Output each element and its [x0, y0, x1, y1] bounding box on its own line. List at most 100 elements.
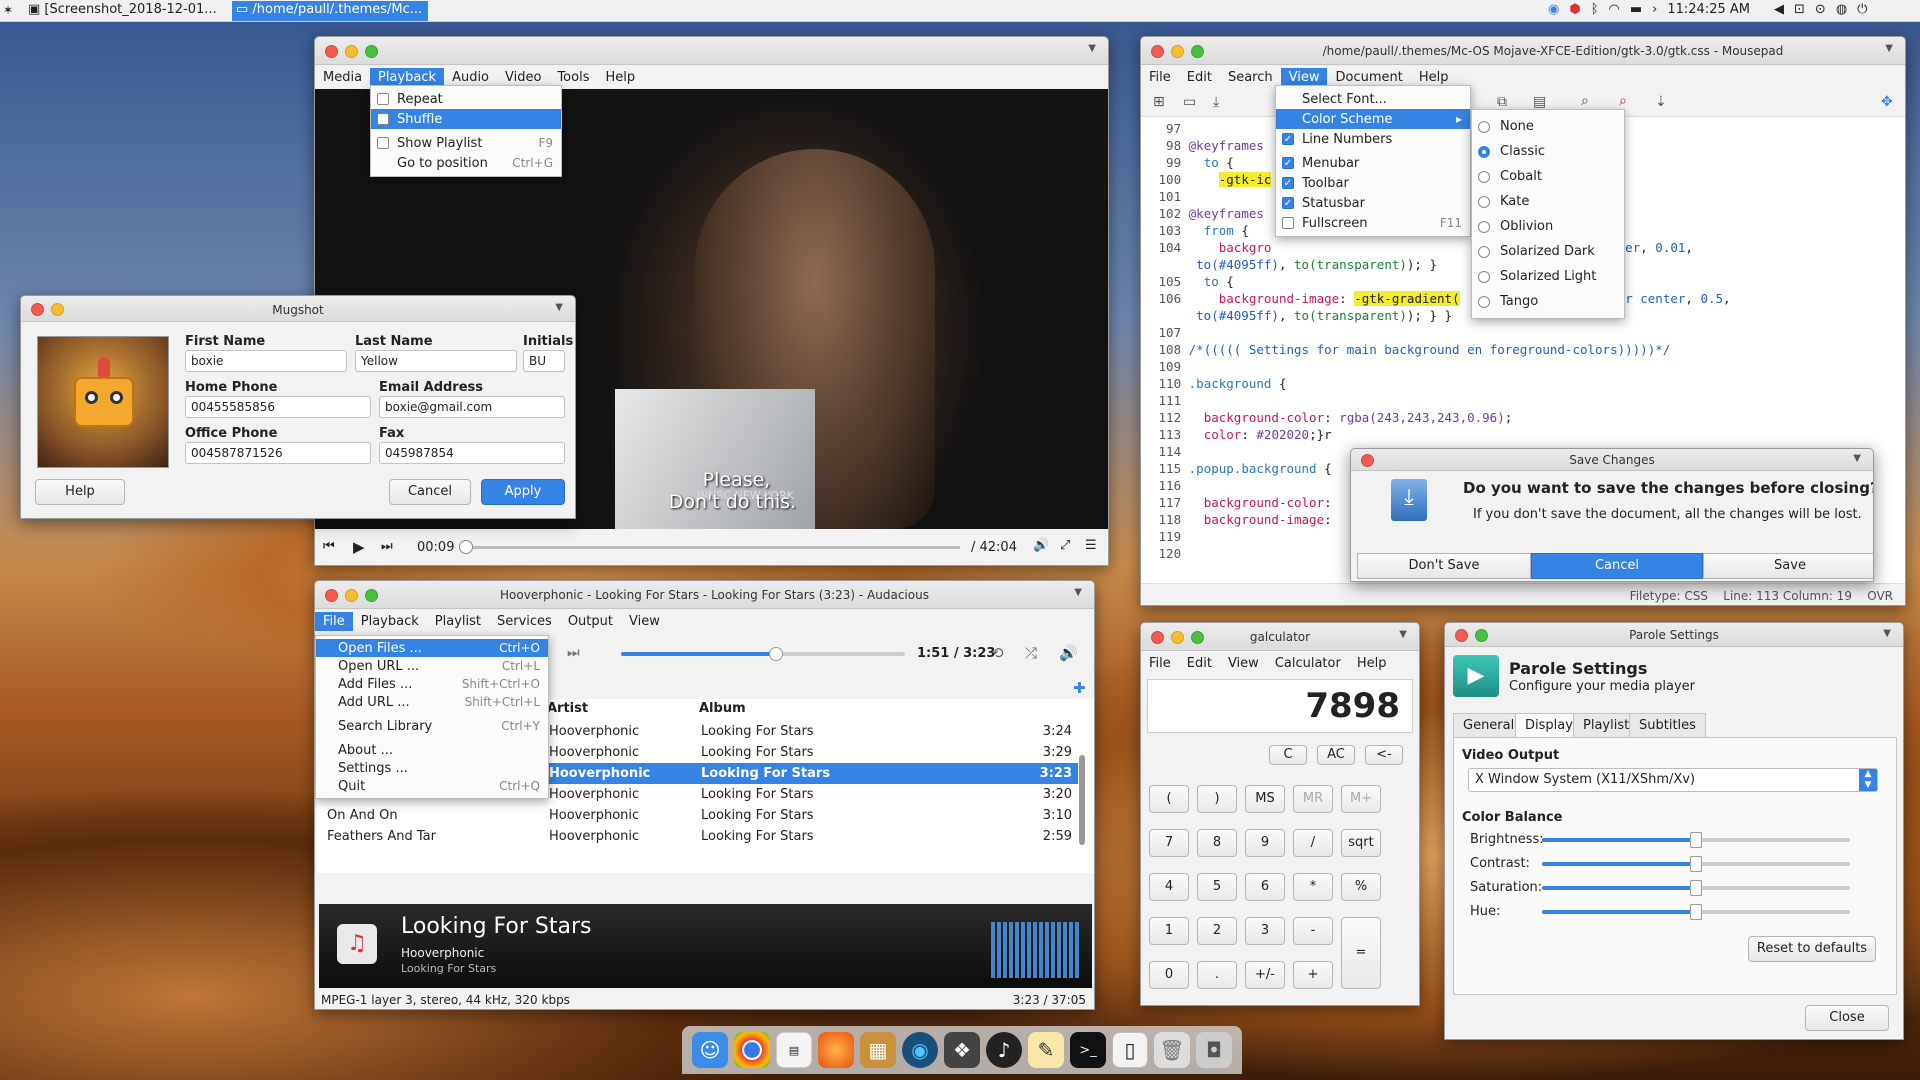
- chrome-tray-icon[interactable]: ◉: [1548, 2, 1559, 17]
- menu-item[interactable]: Add URL ... Shift+Ctrl+L: [316, 693, 548, 711]
- goto-icon[interactable]: ⇣: [1655, 94, 1667, 110]
- screenshot-icon[interactable]: ◘: [1196, 1032, 1232, 1068]
- skip-forward-icon[interactable]: ⏭: [567, 645, 580, 661]
- menu-item-select-font[interactable]: Select Font...: [1276, 89, 1470, 109]
- menu-help[interactable]: Help: [1349, 654, 1395, 673]
- radio[interactable]: [1478, 120, 1490, 133]
- menu-file[interactable]: File: [315, 611, 353, 631]
- tab-general[interactable]: General: [1453, 713, 1525, 737]
- cancel-button[interactable]: Cancel: [389, 479, 471, 505]
- menu-tools[interactable]: Tools: [549, 68, 597, 87]
- paste-icon[interactable]: ▤: [1533, 94, 1546, 110]
- menu-item-menubar[interactable]: ✓ Menubar: [1276, 153, 1470, 173]
- settings-icon[interactable]: ◍: [1836, 2, 1847, 17]
- first-name-field[interactable]: boxie: [185, 350, 347, 372]
- radio[interactable]: [1478, 170, 1490, 183]
- firefox-icon[interactable]: [818, 1032, 854, 1068]
- dont-save-button[interactable]: Don't Save: [1357, 553, 1531, 579]
- key-C[interactable]: C: [1269, 745, 1307, 765]
- tab-subtitles[interactable]: Subtitles: [1629, 713, 1706, 737]
- menu-item[interactable]: Search Library Ctrl+Y: [316, 717, 548, 735]
- menu-item-statusbar[interactable]: ✓ Statusbar: [1276, 193, 1470, 213]
- menu-calculator[interactable]: Calculator: [1267, 654, 1349, 673]
- radio[interactable]: [1478, 145, 1490, 158]
- key--[interactable]: -: [1293, 917, 1333, 945]
- checkbox[interactable]: [377, 137, 389, 149]
- volume-icon[interactable]: ◀: [1774, 2, 1784, 17]
- add-playlist-icon[interactable]: ✚: [1073, 679, 1086, 697]
- chevron-down-icon[interactable]: ▼: [1088, 43, 1096, 54]
- scheme-none[interactable]: None: [1472, 114, 1624, 139]
- arrow-icon[interactable]: ›: [1652, 2, 1657, 17]
- fax-field[interactable]: 045987854: [379, 442, 565, 464]
- key-*[interactable]: *: [1293, 873, 1333, 901]
- key-+[interactable]: +: [1293, 961, 1333, 989]
- scrollbar[interactable]: [1079, 755, 1085, 845]
- scheme-tango[interactable]: Tango: [1472, 289, 1624, 314]
- menu-item-fullscreen[interactable]: Fullscreen F11: [1276, 213, 1470, 233]
- dropbox-icon[interactable]: ❖: [944, 1032, 980, 1068]
- scheme-solarized-dark[interactable]: Solarized Dark: [1472, 239, 1624, 264]
- search-icon[interactable]: ⌕: [1581, 93, 1589, 109]
- taskbar-item-screenshot[interactable]: ▣ [Screenshot_2018-12-01...: [28, 2, 228, 20]
- key-M+[interactable]: M+: [1341, 785, 1381, 813]
- seek-knob[interactable]: [458, 540, 473, 554]
- checkbox[interactable]: ✓: [1282, 133, 1294, 145]
- key-+/-[interactable]: +/-: [1245, 961, 1285, 989]
- chevron-down-icon[interactable]: ▼: [1883, 628, 1891, 639]
- menu-view[interactable]: View: [621, 612, 668, 631]
- playlist-row[interactable]: Feathers And Tar Hooverphonic Looking For …: [319, 826, 1078, 847]
- help-button[interactable]: Help: [35, 479, 125, 505]
- chrome-icon[interactable]: [734, 1032, 770, 1068]
- trash-icon[interactable]: 🗑: [1154, 1032, 1190, 1068]
- menu-audio[interactable]: Audio: [444, 68, 497, 87]
- checkbox[interactable]: [377, 113, 389, 125]
- radio[interactable]: [1478, 245, 1490, 258]
- scheme-solarized-light[interactable]: Solarized Light: [1472, 264, 1624, 289]
- key-([interactable]: (: [1149, 785, 1189, 813]
- menu-edit[interactable]: Edit: [1179, 68, 1220, 87]
- key-AC[interactable]: AC: [1317, 745, 1355, 765]
- key-7[interactable]: 7: [1149, 829, 1189, 857]
- menu-item-color-scheme[interactable]: Color Scheme ▸: [1276, 109, 1470, 129]
- key-5[interactable]: 5: [1197, 873, 1237, 901]
- scheme-kate[interactable]: Kate: [1472, 189, 1624, 214]
- app-menu-icon[interactable]: ✶: [3, 3, 13, 17]
- menu-playback[interactable]: Playback: [370, 67, 445, 87]
- fullscreen-icon[interactable]: ✥: [1881, 94, 1893, 110]
- playlist-row[interactable]: On And On Hooverphonic Looking For Stars 3:…: [319, 805, 1078, 826]
- key-4[interactable]: 4: [1149, 873, 1189, 901]
- email-field[interactable]: boxie@gmail.com: [379, 396, 565, 418]
- menu-item[interactable]: About ...: [316, 741, 548, 759]
- next-icon[interactable]: ⏭: [381, 539, 393, 554]
- volume-icon[interactable]: 🔊: [1059, 644, 1078, 662]
- notes-icon[interactable]: ✎: [1028, 1032, 1064, 1068]
- menu-document[interactable]: Document: [1327, 68, 1410, 87]
- menu-item-line-numbers[interactable]: ✓ Line Numbers: [1276, 129, 1470, 149]
- key-/[interactable]: /: [1293, 829, 1333, 857]
- key-)[interactable]: ): [1197, 785, 1237, 813]
- column-artist[interactable]: Artist: [547, 701, 588, 716]
- radio[interactable]: [1478, 295, 1490, 308]
- scheme-classic[interactable]: Classic: [1472, 139, 1624, 164]
- menu-item-toolbar[interactable]: ✓ Toolbar: [1276, 173, 1470, 193]
- checkbox[interactable]: [1282, 217, 1294, 229]
- menu-file[interactable]: File: [1141, 654, 1179, 673]
- chevron-down-icon[interactable]: ▼: [1399, 629, 1407, 640]
- music-icon[interactable]: ♪: [986, 1032, 1022, 1068]
- menu-edit[interactable]: Edit: [1179, 654, 1220, 673]
- volume-icon[interactable]: 🔊: [1033, 538, 1049, 553]
- open-file-icon[interactable]: ▭: [1183, 94, 1196, 110]
- close-button[interactable]: Close: [1805, 1005, 1889, 1031]
- menu-item-shuffle[interactable]: Shuffle: [371, 109, 561, 129]
- key-1[interactable]: 1: [1149, 917, 1189, 945]
- menu-search[interactable]: Search: [1220, 68, 1281, 87]
- key-%[interactable]: %: [1341, 873, 1381, 901]
- initials-field[interactable]: BU: [523, 350, 565, 372]
- apply-button[interactable]: Apply: [481, 479, 565, 505]
- scheme-cobalt[interactable]: Cobalt: [1472, 164, 1624, 189]
- terminal-icon[interactable]: >_: [1070, 1032, 1106, 1068]
- key-6[interactable]: 6: [1245, 873, 1285, 901]
- menu-item-go-to-position[interactable]: Go to position Ctrl+G: [371, 153, 561, 173]
- copy-icon[interactable]: ⧉: [1497, 94, 1507, 110]
